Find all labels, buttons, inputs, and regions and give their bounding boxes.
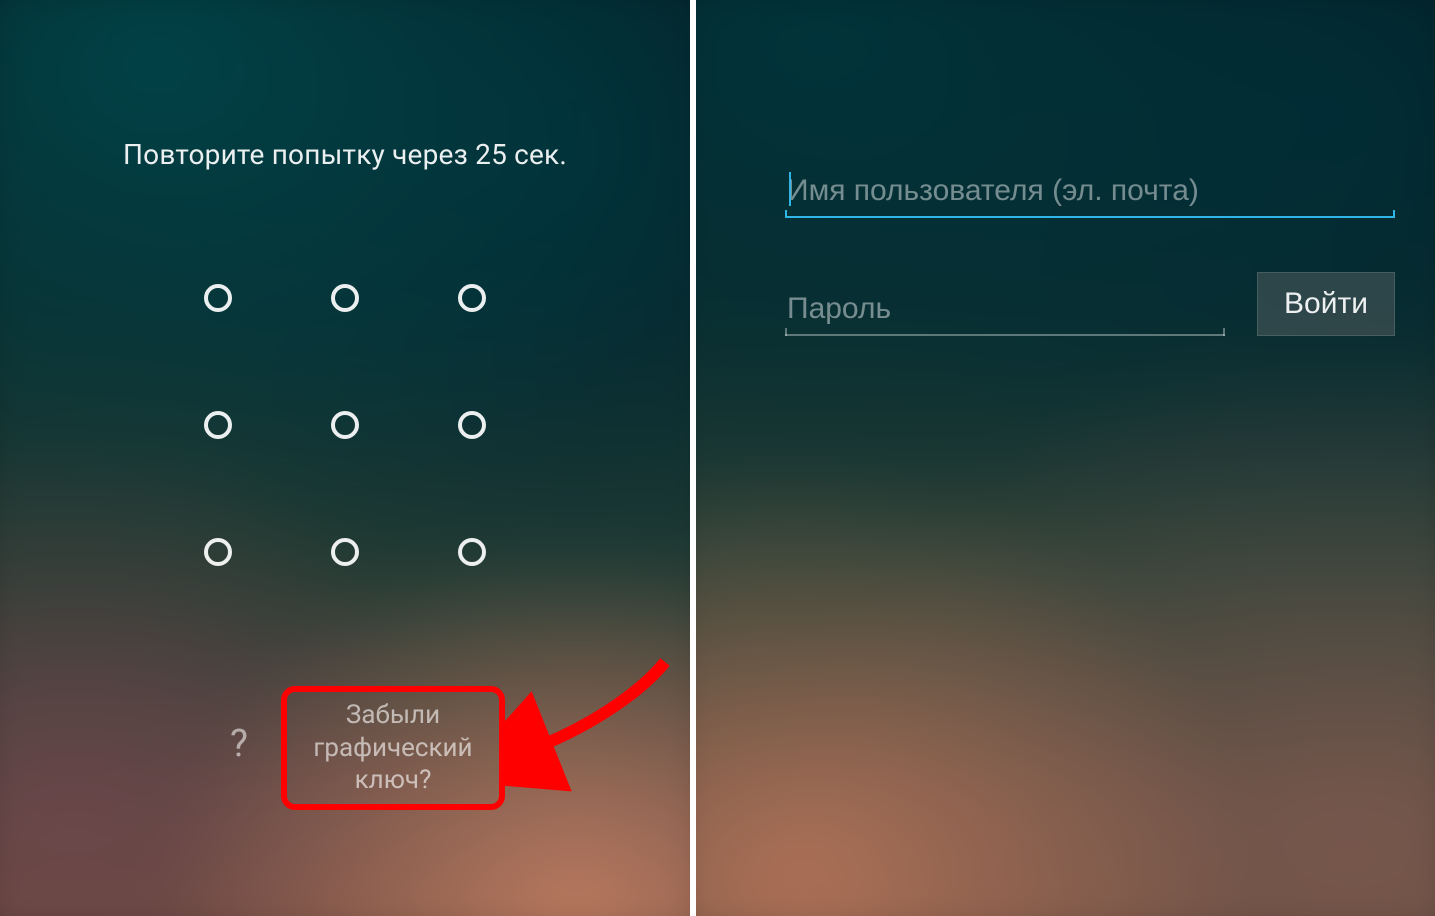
pattern-dot[interactable] [331,284,359,312]
text-caret-icon [789,172,791,206]
input-underline [785,334,1225,336]
pattern-grid[interactable] [155,235,535,615]
annotation-highlight-box: Забыли графический ключ? [281,686,505,810]
username-input[interactable] [785,170,1395,218]
pattern-dot[interactable] [458,411,486,439]
password-field-wrap [785,288,1225,336]
pattern-dot[interactable] [458,538,486,566]
login-button[interactable]: Войти [1257,272,1395,336]
wallpaper [690,0,1435,916]
pattern-dot[interactable] [204,284,232,312]
screenshot-pair: Повторите попытку через 25 сек. ? Забыли… [0,0,1435,916]
help-icon[interactable]: ? [230,722,248,766]
pattern-dot[interactable] [204,411,232,439]
forgot-pattern-link[interactable]: Забыли графический ключ? [313,699,472,797]
pattern-dot[interactable] [458,284,486,312]
password-input[interactable] [785,288,1225,336]
pattern-lock-screen: Повторите попытку через 25 сек. ? Забыли… [0,0,690,916]
pattern-dot[interactable] [331,538,359,566]
input-underline [785,216,1395,218]
account-login-screen: Войти [690,0,1435,916]
retry-countdown-message: Повторите попытку через 25 сек. [0,138,690,171]
username-field-wrap [785,170,1395,218]
login-form: Войти [785,170,1395,336]
pattern-dot[interactable] [331,411,359,439]
panel-divider [690,0,696,916]
pattern-dot[interactable] [204,538,232,566]
